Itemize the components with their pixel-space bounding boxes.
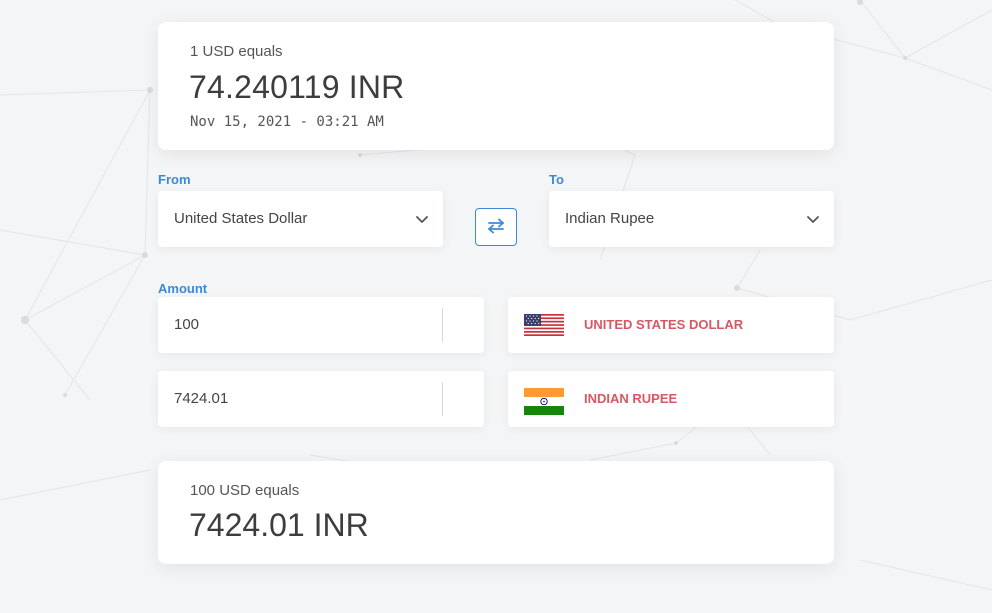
- to-currency-select[interactable]: Indian Rupee: [549, 191, 834, 247]
- to-amount-input[interactable]: 7424.01: [158, 371, 484, 427]
- chevron-down-icon: [807, 216, 819, 223]
- exchange-rate-card: 1 USD equals 74.240119 INR Nov 15, 2021 …: [158, 22, 834, 150]
- from-currency-tile: UNITED STATES DOLLAR: [508, 297, 834, 353]
- to-amount-value: 7424.01: [174, 390, 229, 407]
- result-value: 7424.01 INR: [189, 507, 369, 543]
- swap-currencies-button[interactable]: [475, 208, 517, 246]
- from-amount-value: 100: [174, 316, 200, 333]
- to-label: To: [549, 172, 564, 187]
- input-divider: [442, 382, 443, 416]
- us-flag-icon: [524, 314, 564, 336]
- to-currency-selected: Indian Rupee: [565, 210, 655, 227]
- from-label: From: [158, 172, 191, 187]
- rate-caption: 1 USD equals: [190, 43, 283, 60]
- to-currency-name: INDIAN RUPEE: [584, 391, 678, 406]
- rate-value: 74.240119 INR: [189, 69, 405, 105]
- rate-timestamp: Nov 15, 2021 - 03:21 AM: [190, 114, 384, 130]
- amount-label: Amount: [158, 281, 208, 296]
- india-flag-icon: [524, 388, 564, 415]
- chevron-down-icon: [416, 216, 428, 223]
- swap-arrows-icon: [488, 218, 504, 234]
- result-caption: 100 USD equals: [190, 482, 300, 499]
- from-amount-input[interactable]: 100: [158, 297, 484, 353]
- to-currency-tile: INDIAN RUPEE: [508, 371, 834, 427]
- conversion-result-card: 100 USD equals 7424.01 INR: [158, 461, 834, 564]
- from-currency-selected: United States Dollar: [174, 210, 308, 227]
- from-currency-name: UNITED STATES DOLLAR: [584, 317, 744, 332]
- from-currency-select[interactable]: United States Dollar: [158, 191, 443, 247]
- input-divider: [442, 308, 443, 342]
